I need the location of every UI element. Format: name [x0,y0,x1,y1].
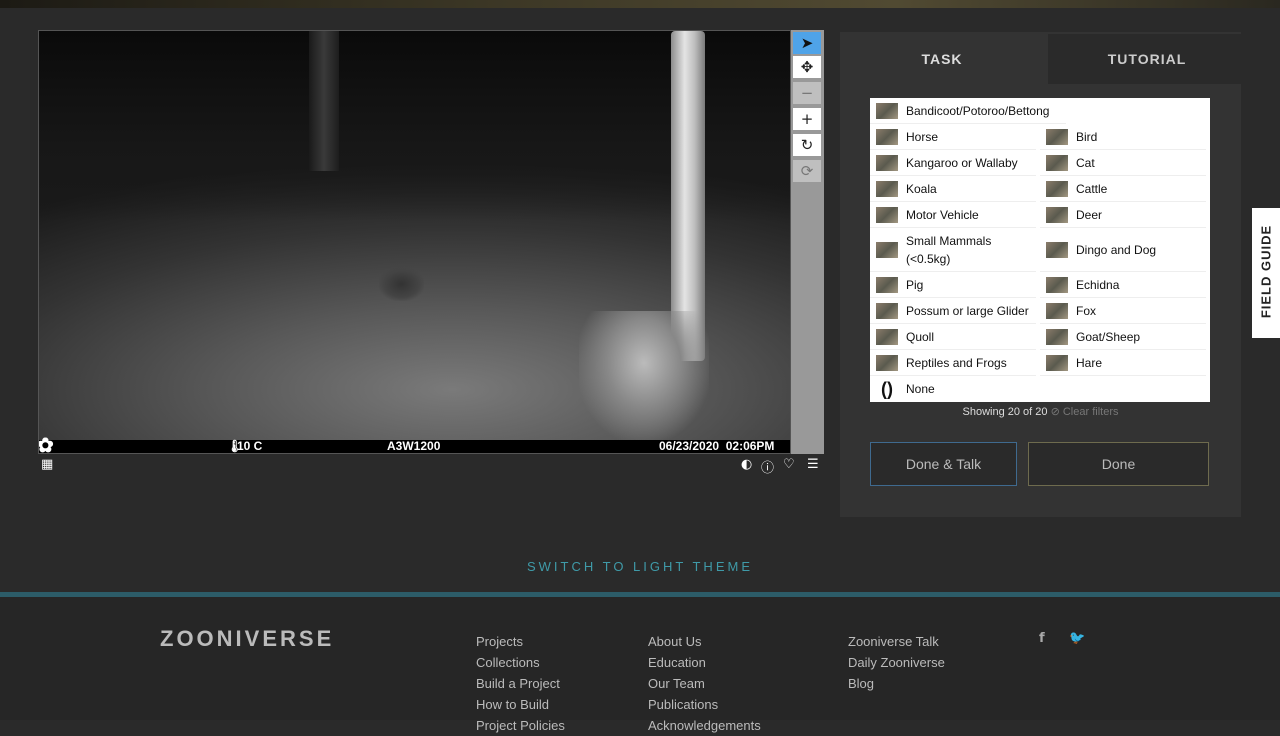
choice-thumbnail [876,276,898,293]
choice-thumbnail [1046,302,1068,319]
choice-item[interactable]: Cattle [1040,176,1206,202]
choice-item[interactable]: Hare [1040,350,1206,376]
choice-item[interactable]: Koala [870,176,1036,202]
field-guide-tab[interactable]: FIELD GUIDE [1252,208,1280,338]
choice-thumbnail [1046,206,1068,223]
choice-item[interactable]: Cat [1040,150,1206,176]
move-tool-icon[interactable]: ✥ [793,56,821,78]
viewer-toolbar: ➤ ✥ − + ↻ ⟳ [791,30,824,454]
camera-datetime: 06/23/2020 02:06PM [659,439,775,453]
footer-column: Projects Collections Build a Project How… [476,631,565,736]
none-icon: () [881,378,893,399]
reset-icon[interactable]: ⟳ [793,160,821,182]
footer-column: Zooniverse Talk Daily Zooniverse Blog [848,631,945,694]
footer-link[interactable]: Daily Zooniverse [848,652,945,673]
done-button[interactable]: Done [1028,442,1209,486]
footer-link[interactable]: About Us [648,631,761,652]
choice-item[interactable]: Echidna [1040,272,1206,298]
choice-thumbnail [876,128,898,145]
footer-link[interactable]: Publications [648,694,761,715]
facebook-icon[interactable]: f [1039,631,1045,646]
choice-thumbnail [876,154,898,171]
camera-brand-icon: ✿ [38,435,54,454]
choice-item[interactable]: Quoll [870,324,1036,350]
choice-thumbnail [876,102,898,119]
clear-filters-button[interactable]: ⊘ Clear filters [1051,406,1119,418]
done-talk-button[interactable]: Done & Talk [870,442,1017,486]
choice-thumbnail [1046,354,1068,371]
choice-thumbnail [876,302,898,319]
footer-link[interactable]: Zooniverse Talk [848,631,945,652]
choice-item[interactable]: Fox [1040,298,1206,324]
footer-column: About Us Education Our Team Publications… [648,631,761,736]
footer-link[interactable]: Acknowledgements [648,715,761,736]
favorite-icon[interactable]: ♡ [783,457,795,472]
choice-thumbnail [876,180,898,197]
grid-view-icon[interactable]: ▦ [41,457,53,472]
choice-thumbnail [876,206,898,223]
choice-item[interactable]: Bandicoot/Potoroo/Bettong [870,98,1066,124]
camera-info-strip: ✿ 🌡 10 C A3W1200 06/23/2020 02:06PM [38,435,790,454]
choice-item[interactable]: Dingo and Dog [1040,228,1206,272]
choice-list: Bandicoot/Potoroo/Bettong Horse Bird Kan… [870,98,1210,402]
footer-link[interactable]: Build a Project [476,673,565,694]
pointer-tool-icon[interactable]: ➤ [793,32,821,54]
choice-thumbnail [1046,241,1068,258]
site-footer: ZOONIVERSE Projects Collections Build a … [0,592,1280,733]
camera-temperature: 10 C [237,439,263,453]
footer-link[interactable]: Our Team [648,673,761,694]
zooniverse-logo[interactable]: ZOONIVERSE [160,626,334,652]
choice-item[interactable]: Bird [1040,124,1206,150]
switch-theme-link[interactable]: SWITCH TO LIGHT THEME [0,559,1280,574]
ban-icon: ⊘ [1050,406,1060,418]
choice-thumbnail [1046,328,1068,345]
choice-thumbnail [1046,276,1068,293]
choice-item[interactable]: Pig [870,272,1036,298]
footer-link[interactable]: Blog [848,673,945,694]
twitter-icon[interactable]: 🐦 [1069,631,1085,646]
footer-link[interactable]: Education [648,652,761,673]
collections-icon[interactable]: ☰ [807,457,819,472]
tab-tutorial[interactable]: TUTORIAL [1048,34,1246,84]
camera-id: A3W1200 [387,439,441,453]
choice-thumbnail [1046,128,1068,145]
showing-count: Showing 20 of 20 ⊘ Clear filters [962,406,1119,418]
tab-task[interactable]: TASK [840,34,1044,84]
footer-link[interactable]: Project Policies [476,715,565,736]
choice-item[interactable]: Small Mammals (<0.5kg) [870,228,1036,272]
choice-thumbnail [876,328,898,345]
choice-item[interactable]: Kangaroo or Wallaby [870,150,1036,176]
subject-image[interactable]: ✿ 🌡 10 C A3W1200 06/23/2020 02:06PM [38,30,791,454]
task-panel: TASK TUTORIAL Bandicoot/Potoroo/Bettong … [840,32,1246,517]
choice-item[interactable]: Deer [1040,202,1206,228]
footer-link[interactable]: How to Build [476,694,565,715]
choice-thumbnail [876,354,898,371]
choice-item[interactable]: Horse [870,124,1036,150]
rotate-icon[interactable]: ↻ [793,134,821,156]
info-icon[interactable]: ⓘ [761,457,774,476]
footer-link[interactable]: Collections [476,652,565,673]
choice-item[interactable]: Reptiles and Frogs [870,350,1036,376]
zoom-in-icon[interactable]: + [793,108,821,130]
top-banner [0,0,1280,8]
zoom-out-icon[interactable]: − [793,82,821,104]
footer-link[interactable]: Projects [476,631,565,652]
choice-item[interactable]: Motor Vehicle [870,202,1036,228]
choice-thumbnail [876,241,898,258]
animal-in-image [379,267,424,301]
choice-item[interactable]: Goat/Sheep [1040,324,1206,350]
choice-item[interactable]: () None [870,376,1036,402]
choice-thumbnail [1046,154,1068,171]
choice-item[interactable]: Possum or large Glider [870,298,1036,324]
invert-icon[interactable]: ◐ [741,457,752,472]
choice-thumbnail [1046,180,1068,197]
